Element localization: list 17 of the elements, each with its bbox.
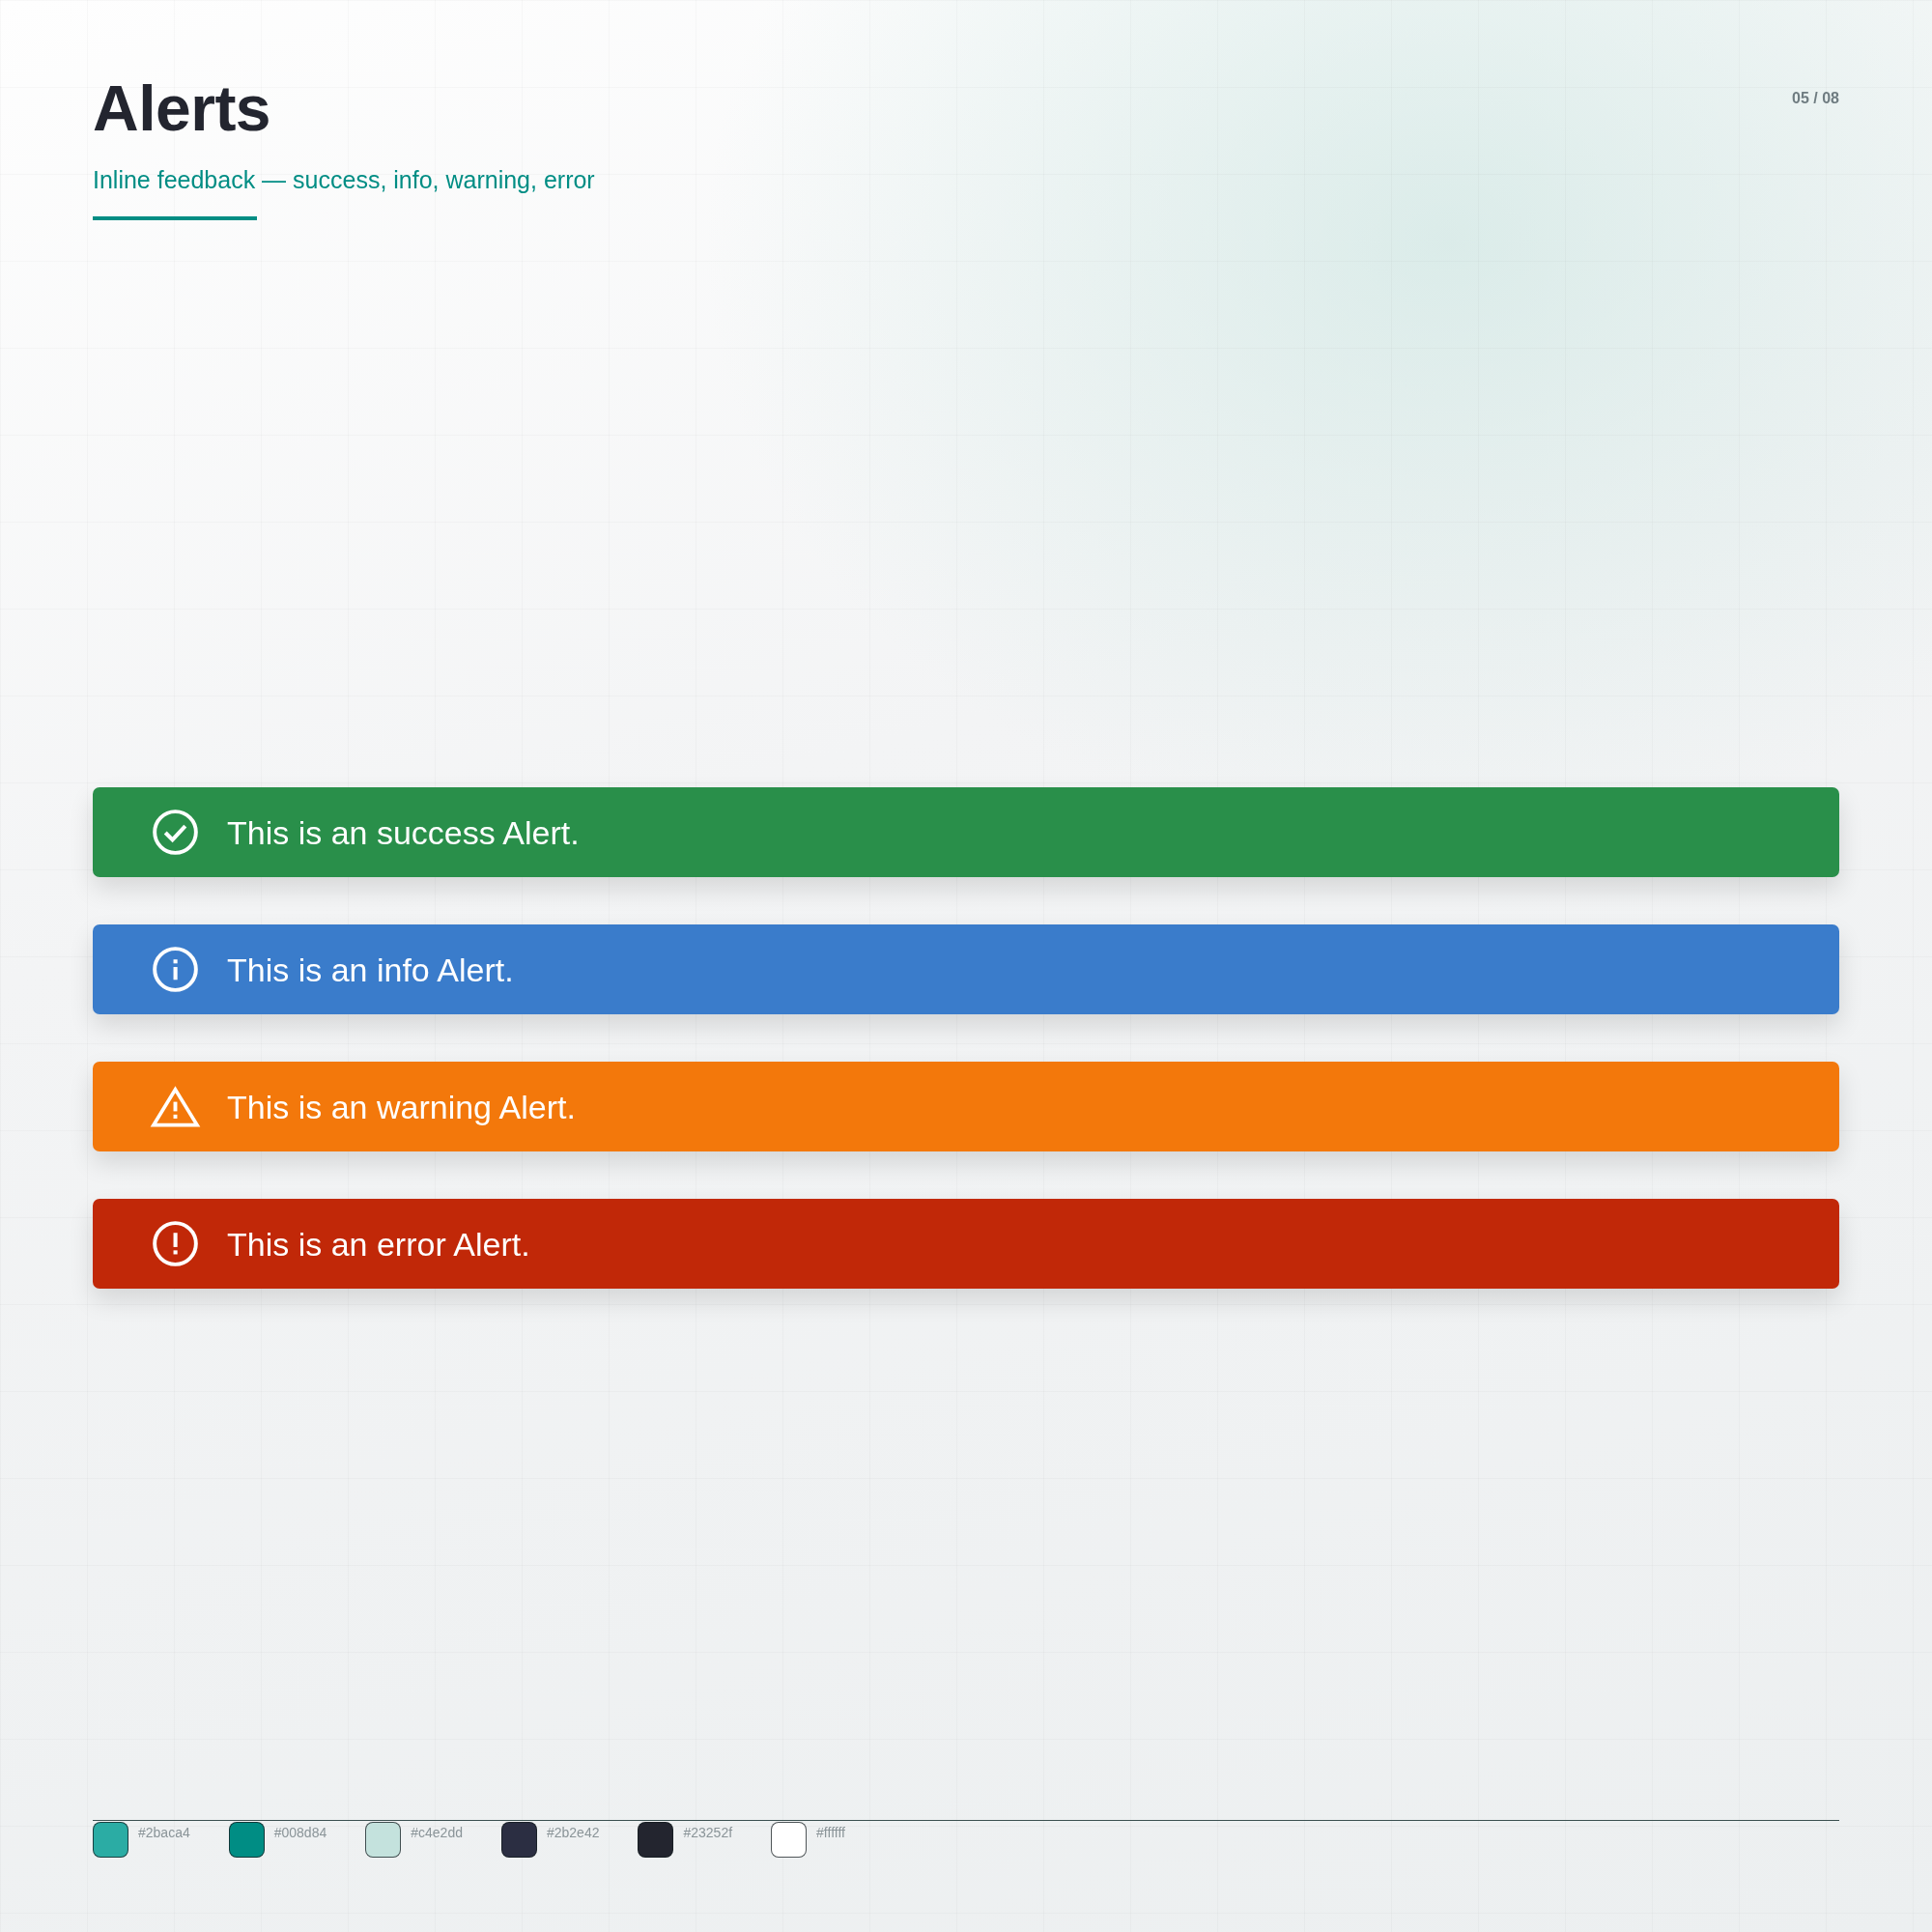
page-title: Alerts (93, 76, 272, 140)
hex-code: #23252f (683, 1826, 733, 1839)
alert-message: This is an info Alert. (227, 952, 514, 986)
page-number: 05 / 08 (1792, 91, 1839, 106)
warning-icon (150, 1085, 201, 1128)
page-subtitle: Inline feedback — success, info, warning, error (93, 168, 595, 192)
check-circle-icon (153, 810, 198, 855)
alert-message: This is an success Alert. (227, 815, 580, 849)
hex-code: #ffffff (816, 1826, 845, 1839)
alert-message: This is an warning Alert. (227, 1090, 576, 1123)
hex-code: #008d84 (273, 1826, 327, 1839)
hex-code: #2baca4 (138, 1826, 190, 1839)
info-icon (153, 947, 198, 992)
hex-code: #2b2e42 (546, 1826, 600, 1839)
hex-code: #c4e2dd (411, 1826, 463, 1839)
exclamation-circle-icon (153, 1221, 198, 1266)
alert-message: This is an error Alert. (227, 1227, 530, 1261)
